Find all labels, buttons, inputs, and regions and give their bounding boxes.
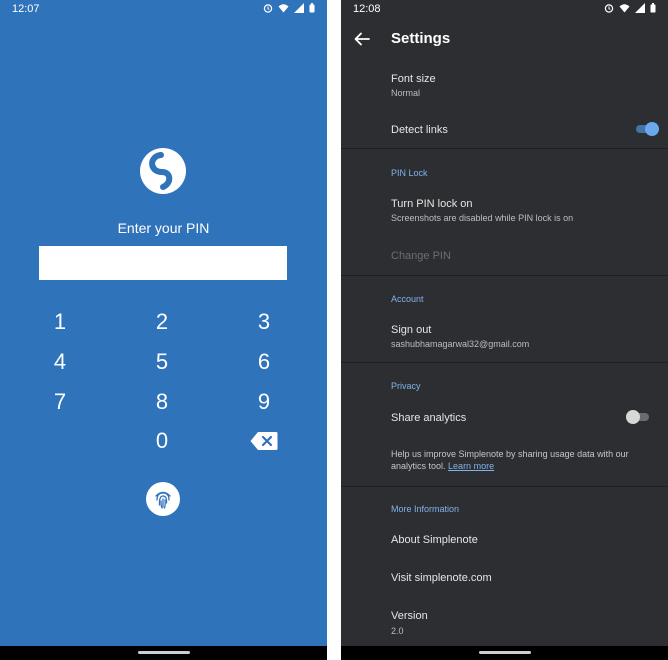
navigation-bar [0,646,327,660]
key-5[interactable]: 5 [134,345,190,379]
status-bar: 12:07 [0,0,327,20]
key-0[interactable]: 0 [134,424,190,458]
home-gesture-pill[interactable] [137,651,190,654]
divider [341,362,668,363]
about-simplenote-link[interactable]: About Simplenote [391,534,478,546]
section-account: Account [391,294,424,304]
battery-icon [650,3,656,13]
key-8[interactable]: 8 [134,385,190,419]
status-time: 12:07 [12,3,40,15]
signal-icon [294,3,304,13]
key-6[interactable]: 6 [236,345,292,379]
toggle-thumb [626,410,640,424]
back-arrow-icon[interactable] [353,30,371,48]
pin-lock-description: Screenshots are disabled while PIN lock … [391,213,574,223]
status-icons [263,3,315,13]
backspace-icon[interactable] [250,431,278,451]
learn-more-link[interactable]: Learn more [448,461,494,471]
wifi-icon [278,4,289,13]
share-analytics-label: Share analytics [391,412,467,424]
settings-screen: 12:08 Settings Font size Normal Detect l… [341,0,668,660]
divider [341,486,668,487]
font-size-setting[interactable]: Font size [391,73,436,85]
status-icons [604,3,656,13]
fingerprint-icon [155,491,171,509]
battery-icon [309,3,315,13]
status-time: 12:08 [353,3,381,15]
signal-icon [635,3,645,13]
navigation-bar [341,646,668,660]
simplenote-logo-icon [140,148,186,194]
wifi-icon [619,4,630,13]
pin-prompt: Enter your PIN [117,220,210,236]
key-3[interactable]: 3 [236,305,292,339]
pin-lock-screen: 12:07 Enter your PIN 1 2 3 4 5 6 7 8 9 0 [0,0,327,660]
analytics-help-text: Help us improve Simplenote by sharing us… [391,448,661,472]
divider [341,275,668,276]
share-analytics-toggle[interactable] [626,410,650,424]
detect-links-label: Detect links [391,124,448,136]
key-1[interactable]: 1 [32,305,88,339]
version-label: Version [391,610,428,622]
section-more-information: More Information [391,504,460,514]
account-email: sashubhamagarwal32@gmail.com [391,339,530,349]
visit-website-link[interactable]: Visit simplenote.com [391,572,492,584]
alarm-icon [263,4,273,13]
divider [341,148,668,149]
key-4[interactable]: 4 [32,345,88,379]
detect-links-toggle[interactable] [635,122,659,136]
font-size-value: Normal [391,88,421,98]
pin-input[interactable] [39,246,287,280]
alarm-icon [604,4,614,13]
analytics-help-body: Help us improve Simplenote by sharing us… [391,449,629,471]
sign-out-setting[interactable]: Sign out [391,324,431,336]
change-pin-setting: Change PIN [391,250,451,262]
fingerprint-button[interactable] [146,482,180,516]
toggle-thumb [645,122,659,136]
key-9[interactable]: 9 [236,385,292,419]
key-7[interactable]: 7 [32,385,88,419]
status-bar: 12:08 [341,0,668,20]
home-gesture-pill[interactable] [478,651,531,654]
turn-pin-lock-on-setting[interactable]: Turn PIN lock on [391,198,473,210]
page-title: Settings [391,30,451,47]
key-2[interactable]: 2 [134,305,190,339]
version-value: 2.0 [391,626,404,636]
section-privacy: Privacy [391,381,421,391]
section-pin-lock: PIN Lock [391,168,428,178]
